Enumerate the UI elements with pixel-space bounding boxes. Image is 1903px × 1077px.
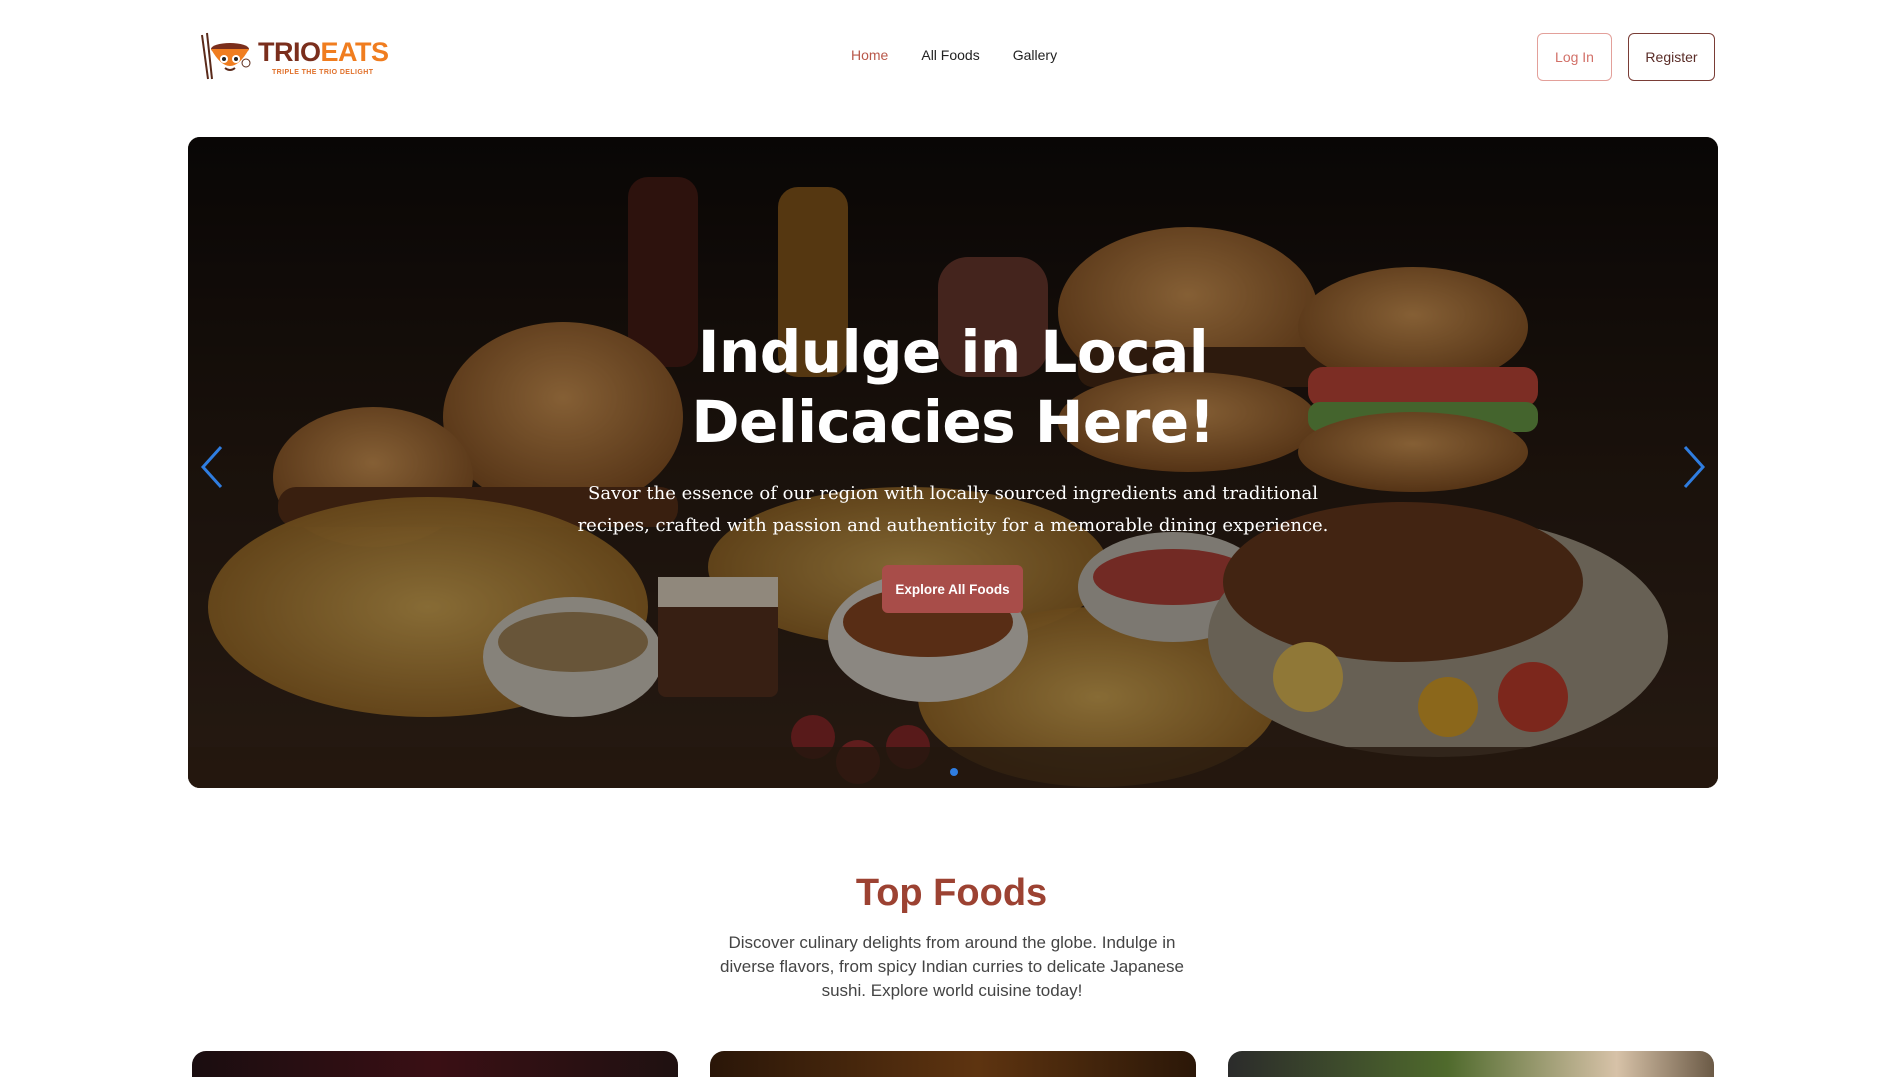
hero-subtitle: Savor the essence of our region with loc… xyxy=(577,483,1329,536)
food-card[interactable] xyxy=(192,1051,678,1077)
hero-title-line2: Delicacies Here! xyxy=(691,388,1215,456)
site-header: TRIOEATS TRIPLE THE TRIO DELIGHT Home Al… xyxy=(0,0,1903,114)
brand-tagline: TRIPLE THE TRIO DELIGHT xyxy=(272,68,374,76)
brand-word-part2: EATS xyxy=(320,36,390,67)
brand-word-part1: TRIO xyxy=(258,36,321,67)
chevron-left-icon xyxy=(200,445,223,489)
top-foods-title: Top Foods xyxy=(855,872,1048,914)
noodle-bowl-icon xyxy=(198,31,252,83)
chevron-right-icon xyxy=(1683,445,1706,489)
login-button[interactable]: Log In xyxy=(1537,33,1612,81)
nav-all-foods[interactable]: All Foods xyxy=(921,47,979,63)
main-nav: Home All Foods Gallery xyxy=(851,47,1057,63)
carousel-indicator-dot[interactable] xyxy=(950,768,958,776)
hero-carousel: Indulge in Local Delicacies Here! Savor … xyxy=(188,137,1718,788)
carousel-next-button[interactable] xyxy=(1674,437,1714,497)
nav-gallery[interactable]: Gallery xyxy=(1013,47,1057,63)
food-card[interactable] xyxy=(710,1051,1196,1077)
hero-title: Indulge in Local Delicacies Here! xyxy=(188,317,1718,457)
top-foods-description: Discover culinary delights from around t… xyxy=(720,933,1184,1000)
top-foods-cards xyxy=(192,1051,1714,1077)
hero-title-line1: Indulge in Local xyxy=(697,318,1209,386)
food-card[interactable] xyxy=(1228,1051,1714,1077)
brand-logo[interactable]: TRIOEATS TRIPLE THE TRIO DELIGHT xyxy=(198,31,413,83)
register-button[interactable]: Register xyxy=(1628,33,1715,81)
hero-content: Indulge in Local Delicacies Here! Savor … xyxy=(188,137,1718,788)
brand-wordmark: TRIOEATS xyxy=(258,36,390,67)
nav-home[interactable]: Home xyxy=(851,47,888,63)
explore-all-foods-button[interactable]: Explore All Foods xyxy=(882,565,1023,613)
carousel-prev-button[interactable] xyxy=(192,437,232,497)
